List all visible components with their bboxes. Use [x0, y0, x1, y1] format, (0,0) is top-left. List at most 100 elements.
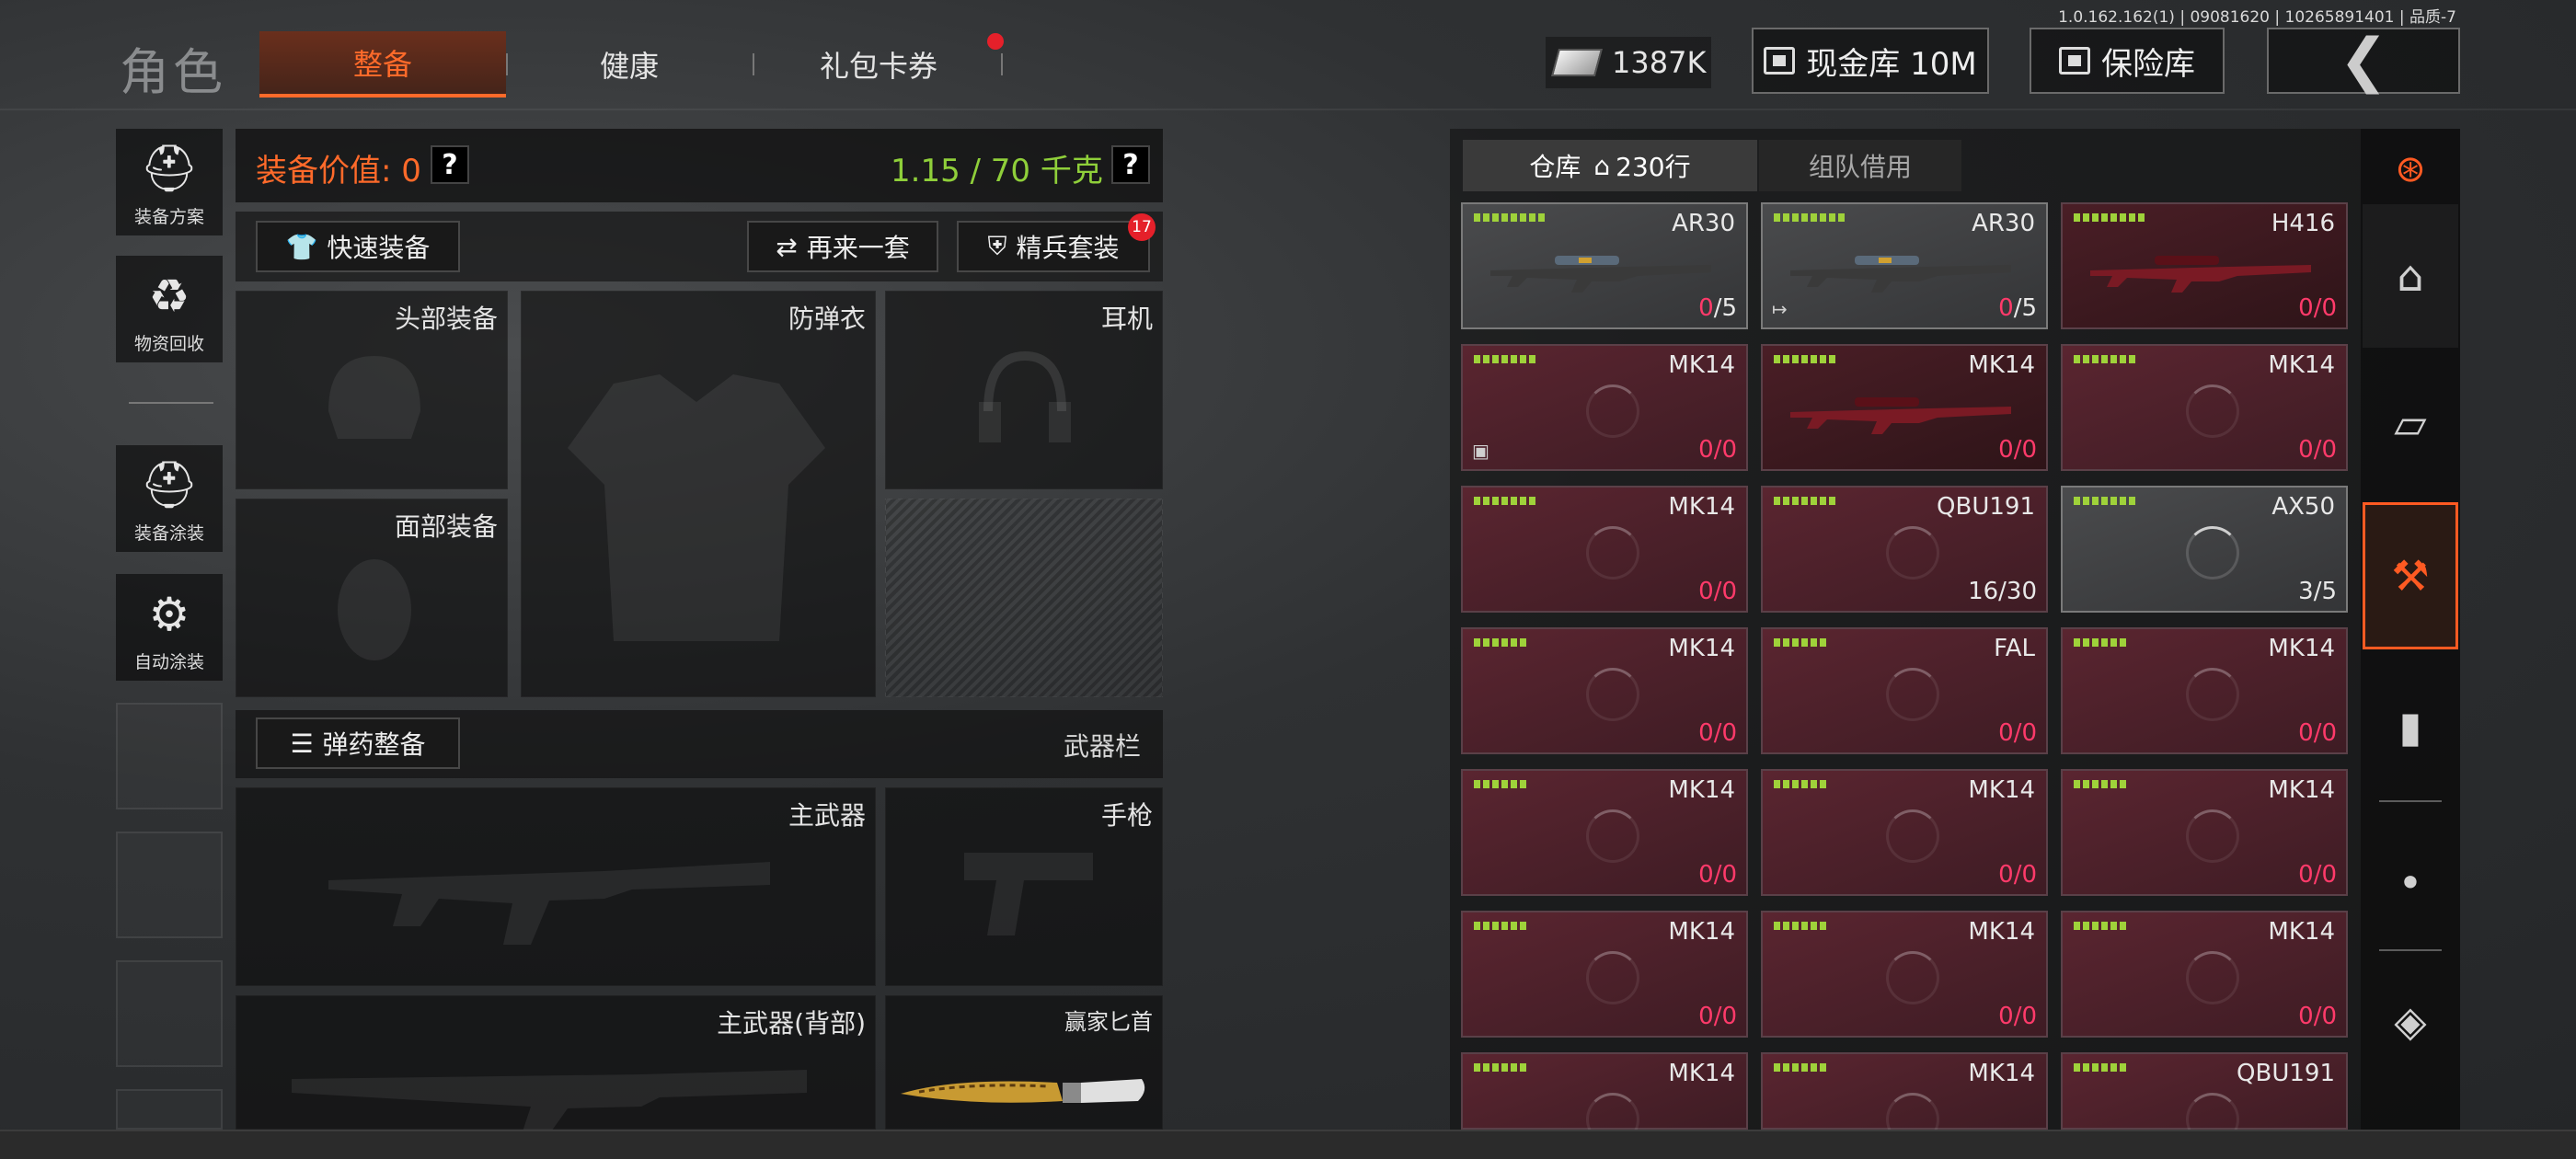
- side-auto-paint[interactable]: ⚙ 自动涂装: [116, 574, 223, 681]
- value-help-button[interactable]: ?: [431, 145, 469, 184]
- slot-head[interactable]: 头部装备: [236, 291, 508, 489]
- safe-icon: [2059, 47, 2090, 75]
- side-recycle[interactable]: ♻ 物资回收: [116, 256, 223, 362]
- weight-help-button[interactable]: ?: [1111, 145, 1150, 184]
- loading-spinner-icon: [1886, 809, 1939, 863]
- warehouse-item-card[interactable]: MK14 0/0: [1761, 911, 2048, 1038]
- exit-icon: ↦: [1772, 298, 1788, 320]
- tab-equip[interactable]: 整备: [259, 31, 506, 98]
- warehouse-item-card[interactable]: MK14 0/0: [1761, 769, 2048, 896]
- side-divider: [129, 402, 213, 404]
- item-name: QBU191: [2237, 1060, 2335, 1087]
- cash-vault-label: 现金库 10M: [1806, 45, 1977, 83]
- slot-label: 主武器: [788, 800, 866, 831]
- tab-separator: [506, 53, 508, 75]
- quality-dots: [1774, 922, 1826, 930]
- warehouse-item-card[interactable]: MK14 0/0: [1761, 344, 2048, 471]
- loading-spinner-icon: [2186, 526, 2239, 580]
- home-icon[interactable]: ⌂: [2363, 204, 2458, 348]
- slot-primary[interactable]: 主武器: [236, 787, 876, 986]
- item-count-current: 0: [1998, 294, 2014, 322]
- item-name: MK14: [1668, 776, 1735, 804]
- warehouse-item-card[interactable]: MK14 0/0: [2061, 769, 2348, 896]
- item-count-max: /0: [2313, 861, 2337, 889]
- again-set-button[interactable]: ⇄ 再来一套: [747, 221, 938, 272]
- item-count-current: 0: [1698, 719, 1714, 747]
- slot-primary-back[interactable]: 主武器(背部): [236, 995, 876, 1134]
- quality-dots: [1774, 780, 1826, 788]
- warehouse-item-card[interactable]: MK14 0/0: [1461, 486, 1748, 613]
- rifle-silhouette-icon: [328, 862, 770, 945]
- quality-dots: [2074, 497, 2135, 505]
- warehouse-item-card[interactable]: MK14: [1761, 1052, 2048, 1146]
- slot-knife[interactable]: 赢家匕首: [885, 995, 1163, 1130]
- slot-armor[interactable]: 防弹衣: [521, 291, 876, 697]
- warehouse-item-card[interactable]: MK14 0/0: [1461, 911, 1748, 1038]
- item-count-max: /0: [2313, 1003, 2337, 1030]
- slot-headset[interactable]: 耳机: [885, 291, 1163, 489]
- slot-face[interactable]: 面部装备: [236, 499, 508, 697]
- tab-gift-vouchers[interactable]: 礼包卡券: [758, 31, 999, 98]
- tab-team-borrow[interactable]: 组队借用: [1759, 140, 1961, 191]
- bullet-icon[interactable]: •: [2363, 819, 2458, 947]
- warehouse-item-card[interactable]: MK14 0/0: [2061, 911, 2348, 1038]
- item-name: MK14: [2268, 351, 2335, 379]
- item-count-current: 0: [2298, 436, 2314, 464]
- loading-spinner-icon: [1586, 951, 1639, 1004]
- helmet-icon: ⛑: [140, 142, 199, 195]
- item-count: 0/5: [1698, 294, 1737, 322]
- item-count-current: 0: [1998, 1003, 2014, 1030]
- item-count-max: /30: [1998, 578, 2037, 605]
- ammo-prepare-button[interactable]: ☰ 弹药整备: [256, 717, 460, 769]
- attachment-icon[interactable]: ◈: [2363, 966, 2458, 1076]
- shield-icon: ⛨: [987, 231, 1007, 261]
- item-count-max: /0: [2013, 861, 2037, 889]
- layers-refresh-icon[interactable]: ⊛: [2363, 138, 2458, 201]
- elite-set-button[interactable]: ⛨ 精兵套装: [957, 221, 1150, 272]
- safe-button[interactable]: 保险库: [2030, 28, 2225, 94]
- rifle-icon[interactable]: ⚒: [2363, 502, 2458, 649]
- warehouse-item-card[interactable]: FAL 0/0: [1761, 627, 2048, 754]
- safe-label: 保险库: [2101, 45, 2195, 83]
- side-loadout-plan[interactable]: ⛑ 装备方案: [116, 129, 223, 235]
- back-button[interactable]: ❮: [2267, 28, 2460, 94]
- warehouse-item-card[interactable]: AR30 0/5: [1461, 202, 1748, 329]
- warehouse-item-card[interactable]: MK14: [1461, 1052, 1748, 1146]
- quality-dots: [1474, 497, 1535, 505]
- warehouse-item-card[interactable]: MK14 ▣ 0/0: [1461, 344, 1748, 471]
- magazine-icon[interactable]: ▮: [2363, 662, 2458, 791]
- vest-icon[interactable]: ▱: [2363, 359, 2458, 488]
- side-empty-slot: [116, 1089, 223, 1130]
- side-paint[interactable]: ⛑ 装备涂装: [116, 445, 223, 552]
- item-name: FAL: [1994, 635, 2035, 662]
- recycle-icon: ♻: [148, 270, 190, 323]
- item-count-max: /0: [1713, 719, 1737, 747]
- slot-label: 面部装备: [394, 511, 498, 542]
- warehouse-item-card[interactable]: H416 0/0: [2061, 202, 2348, 329]
- warehouse-item-card[interactable]: MK14 0/0: [1461, 627, 1748, 754]
- slot-pistol[interactable]: 手枪: [885, 787, 1163, 986]
- item-count-current: 0: [2298, 719, 2314, 747]
- warehouse-item-card[interactable]: AX50 3/5: [2061, 486, 2348, 613]
- item-name: H416: [2271, 210, 2335, 237]
- warehouse-item-card[interactable]: MK14 0/0: [2061, 627, 2348, 754]
- item-count-current: 0: [1698, 578, 1714, 605]
- warehouse-item-card[interactable]: MK14 0/0: [1461, 769, 1748, 896]
- cash-vault-button[interactable]: 现金库 10M: [1752, 28, 1989, 94]
- tab-health[interactable]: 健康: [512, 31, 747, 98]
- item-name: MK14: [1968, 918, 2035, 946]
- item-count-max: /5: [1713, 294, 1737, 322]
- warehouse-item-card[interactable]: QBU191: [2061, 1052, 2348, 1146]
- rifle-red-image: [2090, 256, 2311, 293]
- loading-spinner-icon: [1586, 809, 1639, 863]
- warehouse-item-card[interactable]: MK14 0/0: [2061, 344, 2348, 471]
- slot-label: 主武器(背部): [717, 1008, 866, 1039]
- quality-dots: [1474, 780, 1526, 788]
- knife-image: [901, 1079, 1145, 1103]
- headset-silhouette-icon: [979, 350, 1071, 442]
- warehouse-item-card[interactable]: AR30 ↦ 0/5: [1761, 202, 2048, 329]
- tab-warehouse[interactable]: 仓库 ⌂ 230行: [1463, 140, 1757, 191]
- warehouse-item-card[interactable]: QBU191 16/30: [1761, 486, 2048, 613]
- quick-equip-button[interactable]: 👕 快速装备: [256, 221, 460, 272]
- item-count: 0/0: [1998, 861, 2037, 889]
